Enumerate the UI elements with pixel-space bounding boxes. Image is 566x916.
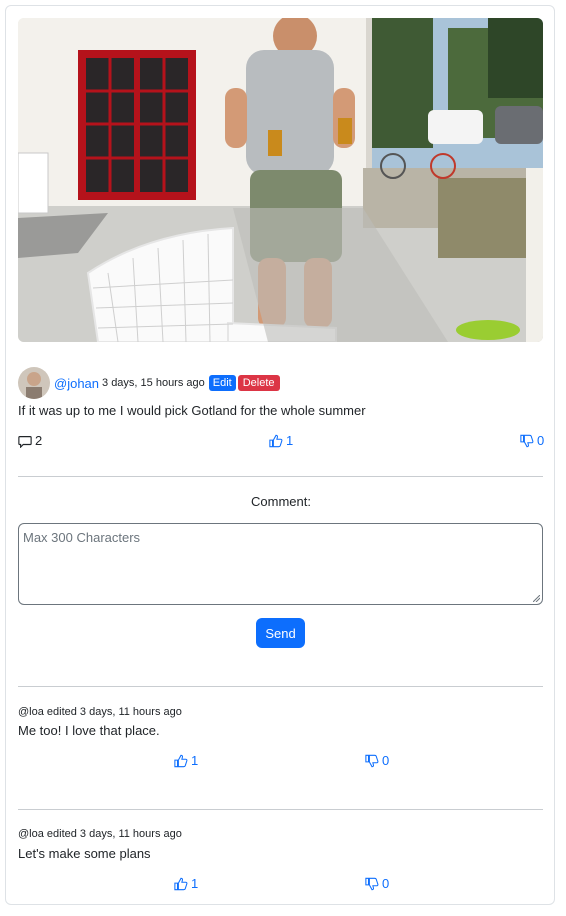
post-dislike-button[interactable]: 0 (520, 433, 544, 448)
comment-text: Let's make some plans (18, 846, 151, 861)
send-button[interactable]: Send (256, 618, 305, 648)
thumbs-up-icon (174, 877, 188, 890)
post-dislike-count: 0 (537, 433, 545, 448)
comment-actions: 1 0 (18, 876, 543, 896)
comment-count-button[interactable]: 2 (18, 433, 42, 448)
comment-count: 2 (35, 433, 43, 448)
post-timestamp: 3 days, 15 hours ago (102, 377, 205, 389)
post-username[interactable]: @johan (54, 376, 99, 391)
comment-placeholder: Max 300 Characters (23, 530, 141, 545)
divider (18, 476, 543, 477)
avatar-image (18, 367, 50, 399)
resize-handle-icon[interactable] (533, 595, 540, 602)
avatar[interactable] (18, 367, 50, 399)
thumbs-up-icon (174, 754, 188, 767)
comment-like-button[interactable]: 1 (174, 753, 198, 768)
comment-meta: @loa edited 3 days, 11 hours ago (18, 828, 182, 840)
divider (18, 809, 543, 810)
thumbs-down-icon (365, 877, 379, 890)
edit-button[interactable]: Edit (208, 375, 236, 391)
comment-like-button[interactable]: 1 (174, 876, 198, 891)
comment-dislike-button[interactable]: 0 (365, 876, 389, 891)
post-card: @johan 3 days, 15 hours ago Edit Delete … (5, 5, 555, 905)
post-like-count: 1 (286, 433, 294, 448)
comment-textarea[interactable]: Max 300 Characters (18, 523, 543, 605)
comment-dislike-count: 0 (382, 753, 390, 768)
comment-dislike-count: 0 (382, 876, 390, 891)
comment-actions: 1 0 (18, 753, 543, 773)
comment-icon (18, 435, 32, 448)
post-like-button[interactable]: 1 (269, 433, 293, 448)
post-text: If it was up to me I would pick Gotland … (18, 403, 366, 418)
post-header: @johan 3 days, 15 hours ago Edit Delete (18, 367, 280, 399)
post-actions: 2 1 0 (18, 433, 544, 453)
post-photo (18, 18, 543, 342)
divider (18, 686, 543, 687)
thumbs-up-icon (269, 434, 283, 447)
comment-dislike-button[interactable]: 0 (365, 753, 389, 768)
comment-like-count: 1 (191, 876, 199, 891)
post-photo-image (18, 18, 543, 342)
comment-text: Me too! I love that place. (18, 723, 160, 738)
comment-like-count: 1 (191, 753, 199, 768)
thumbs-down-icon (520, 434, 534, 447)
comment-meta: @loa edited 3 days, 11 hours ago (18, 706, 182, 718)
delete-button[interactable]: Delete (237, 375, 280, 391)
thumbs-down-icon (365, 754, 379, 767)
comment-label: Comment: (251, 494, 311, 509)
